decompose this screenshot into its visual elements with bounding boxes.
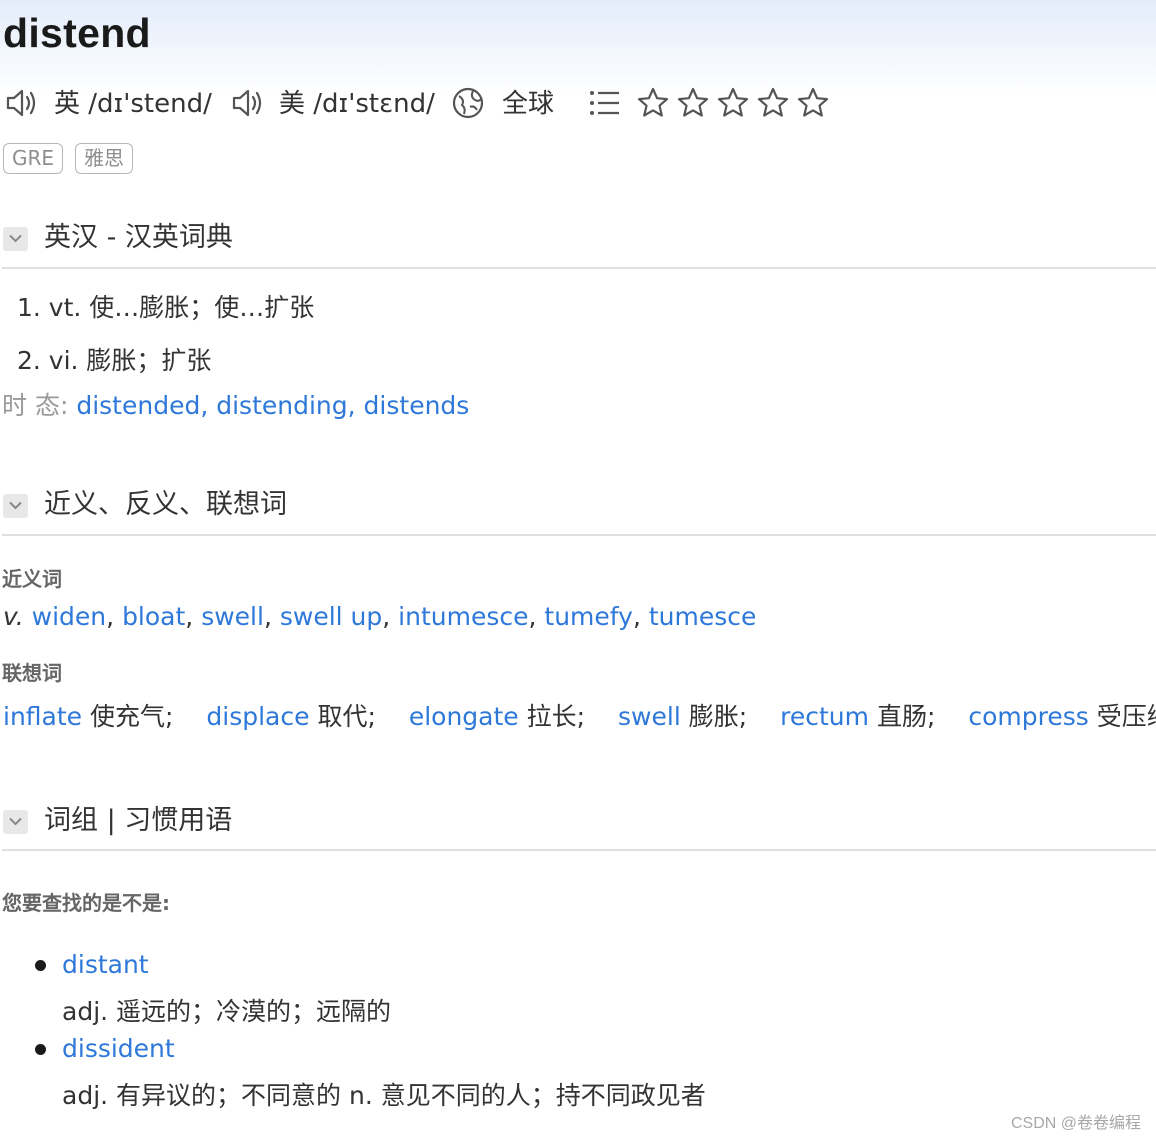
separator: ,: [382, 602, 399, 631]
association-item: compress 受压缩小;: [968, 702, 1156, 731]
suggestion-definition: adj. 遥远的；冷漠的；远隔的: [62, 997, 392, 1026]
synonym-link[interactable]: bloat: [122, 602, 185, 631]
association-item: inflate 使充气;: [3, 702, 173, 731]
associations-label: 联想词: [2, 661, 62, 685]
synonym-link[interactable]: swell: [201, 602, 264, 631]
collapse-toggle[interactable]: [3, 810, 28, 834]
separator: ,: [263, 602, 280, 631]
definition-1: 1. vt. 使…膨胀；使…扩张: [17, 293, 315, 322]
collapse-toggle[interactable]: [3, 494, 28, 518]
part-of-speech: v.: [3, 602, 24, 631]
association-link[interactable]: swell: [618, 702, 681, 731]
speaker-us-icon[interactable]: [230, 86, 264, 120]
tense-form-link[interactable]: distends: [364, 391, 470, 420]
association-link[interactable]: inflate: [3, 702, 82, 731]
associations-row: inflate 使充气; displace 取代; elongate 拉长; s…: [3, 700, 1156, 734]
synonym-link[interactable]: intumesce: [398, 602, 528, 631]
separator: ,: [528, 602, 545, 631]
association-link[interactable]: rectum: [780, 702, 869, 731]
tag-gre: GRE: [3, 143, 64, 174]
bullet: [35, 1044, 46, 1055]
tag-ielts: 雅思: [75, 143, 134, 174]
association-link[interactable]: compress: [968, 702, 1088, 731]
association-link[interactable]: displace: [206, 702, 309, 731]
synonyms-row: v. widen, bloat, swell, swell up, intume…: [3, 600, 756, 634]
section-synonyms-header[interactable]: 近义、反义、联想词: [2, 485, 1156, 525]
chevron-down-icon: [9, 817, 22, 826]
suggestion-link[interactable]: dissident: [62, 1032, 175, 1066]
separator: ,: [106, 602, 123, 631]
association-meaning: 直肠;: [876, 702, 936, 731]
watermark: CSDN @卷卷编程: [1010, 1115, 1141, 1132]
tense-form-link[interactable]: distended: [76, 391, 200, 420]
association-link[interactable]: elongate: [409, 702, 519, 731]
global-label[interactable]: 全球: [502, 86, 554, 122]
synonym-link[interactable]: widen: [32, 602, 107, 631]
globe-icon[interactable]: [451, 86, 485, 120]
pron-uk: 英 /dɪ'stend/: [54, 89, 212, 119]
association-meaning: 受压缩小;: [1096, 702, 1156, 731]
star-icon[interactable]: [636, 86, 670, 120]
section-title: 英汉 - 汉英词典: [44, 222, 233, 253]
section-dictionary-header[interactable]: 英汉 - 汉英词典: [2, 218, 1156, 258]
headword: distend: [3, 10, 151, 56]
pronunciation-bar: 英 /dɪ'stend/ 美 /dɪ'stɛnd/ 全球: [4, 86, 904, 122]
tense-form-link[interactable]: distending: [216, 391, 347, 420]
header-background: [0, 0, 1156, 95]
definition-2: 2. vi. 膨胀；扩张: [17, 346, 212, 375]
star-icon[interactable]: [796, 86, 830, 120]
bullet: [35, 960, 46, 971]
list-icon[interactable]: [588, 86, 622, 120]
divider: [2, 849, 1156, 851]
association-item: displace 取代;: [206, 702, 376, 731]
separator: ,: [632, 602, 649, 631]
tense-label: 时 态:: [2, 391, 69, 420]
star-icon[interactable]: [676, 86, 710, 120]
association-item: rectum 直肠;: [780, 702, 935, 731]
synonym-link[interactable]: tumefy: [544, 602, 633, 631]
collapse-toggle[interactable]: [3, 227, 28, 251]
synonyms-label: 近义词: [2, 567, 62, 591]
association-meaning: 膨胀;: [688, 702, 748, 731]
rating-stars[interactable]: [636, 86, 836, 120]
speaker-uk-icon[interactable]: [4, 86, 38, 120]
association-meaning: 取代;: [317, 702, 376, 731]
did-you-mean-label: 您要查找的是不是:: [2, 891, 170, 915]
exam-tags: GRE 雅思: [3, 143, 145, 174]
section-title: 词组 | 习惯用语: [44, 805, 233, 836]
association-meaning: 拉长;: [526, 702, 586, 731]
star-icon[interactable]: [716, 86, 750, 120]
suggestion-link[interactable]: distant: [62, 948, 149, 982]
separator: ,: [185, 602, 202, 631]
suggestion-definition: adj. 有异议的；不同意的 n. 意见不同的人；持不同政见者: [62, 1081, 706, 1110]
synonym-link[interactable]: tumesce: [649, 602, 757, 631]
divider: [2, 267, 1156, 269]
star-icon[interactable]: [756, 86, 790, 120]
association-item: elongate 拉长;: [409, 702, 585, 731]
association-meaning: 使充气;: [90, 702, 174, 731]
association-item: swell 膨胀;: [618, 702, 747, 731]
section-title: 近义、反义、联想词: [44, 489, 287, 520]
synonym-link[interactable]: swell up: [280, 602, 382, 631]
chevron-down-icon: [9, 501, 22, 510]
chevron-down-icon: [9, 234, 22, 243]
tense-row: 时 态: distended, distending, distends: [2, 391, 470, 420]
pron-us: 美 /dɪ'stɛnd/: [279, 89, 435, 119]
divider: [2, 534, 1156, 536]
section-phrases-header[interactable]: 词组 | 习惯用语: [2, 801, 1156, 841]
